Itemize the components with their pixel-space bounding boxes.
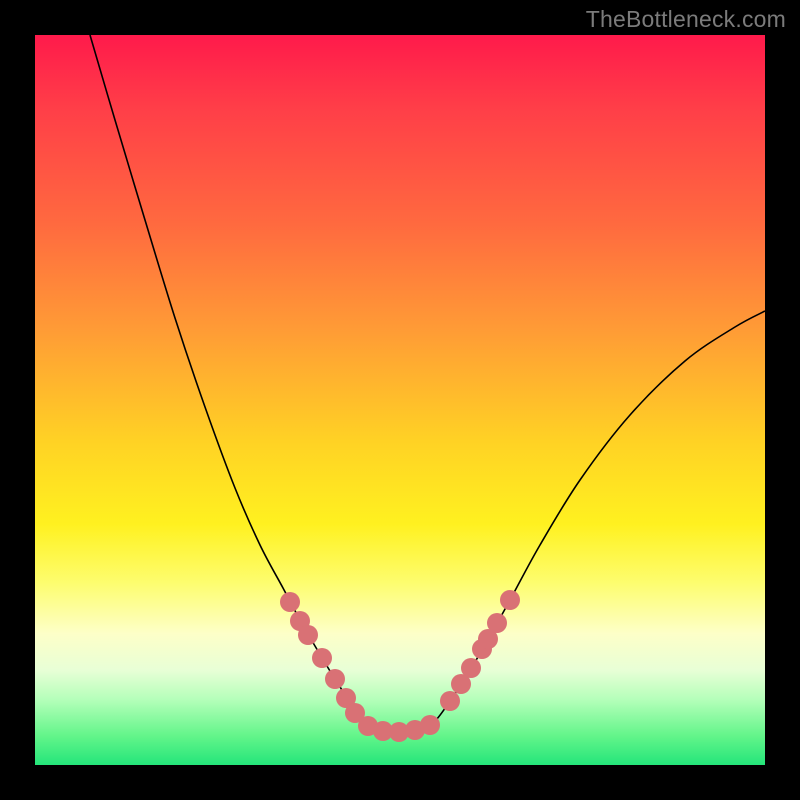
bottleneck-curve	[90, 35, 765, 732]
plot-area	[35, 35, 765, 765]
watermark-text: TheBottleneck.com	[586, 6, 786, 33]
data-point	[440, 691, 460, 711]
data-point	[461, 658, 481, 678]
chart-frame: TheBottleneck.com	[0, 0, 800, 800]
curve-group	[90, 35, 765, 732]
data-point	[280, 592, 300, 612]
data-point	[420, 715, 440, 735]
data-point	[312, 648, 332, 668]
data-point	[500, 590, 520, 610]
dots-group	[280, 590, 520, 742]
data-point	[487, 613, 507, 633]
data-point	[325, 669, 345, 689]
chart-svg	[35, 35, 765, 765]
data-point	[298, 625, 318, 645]
